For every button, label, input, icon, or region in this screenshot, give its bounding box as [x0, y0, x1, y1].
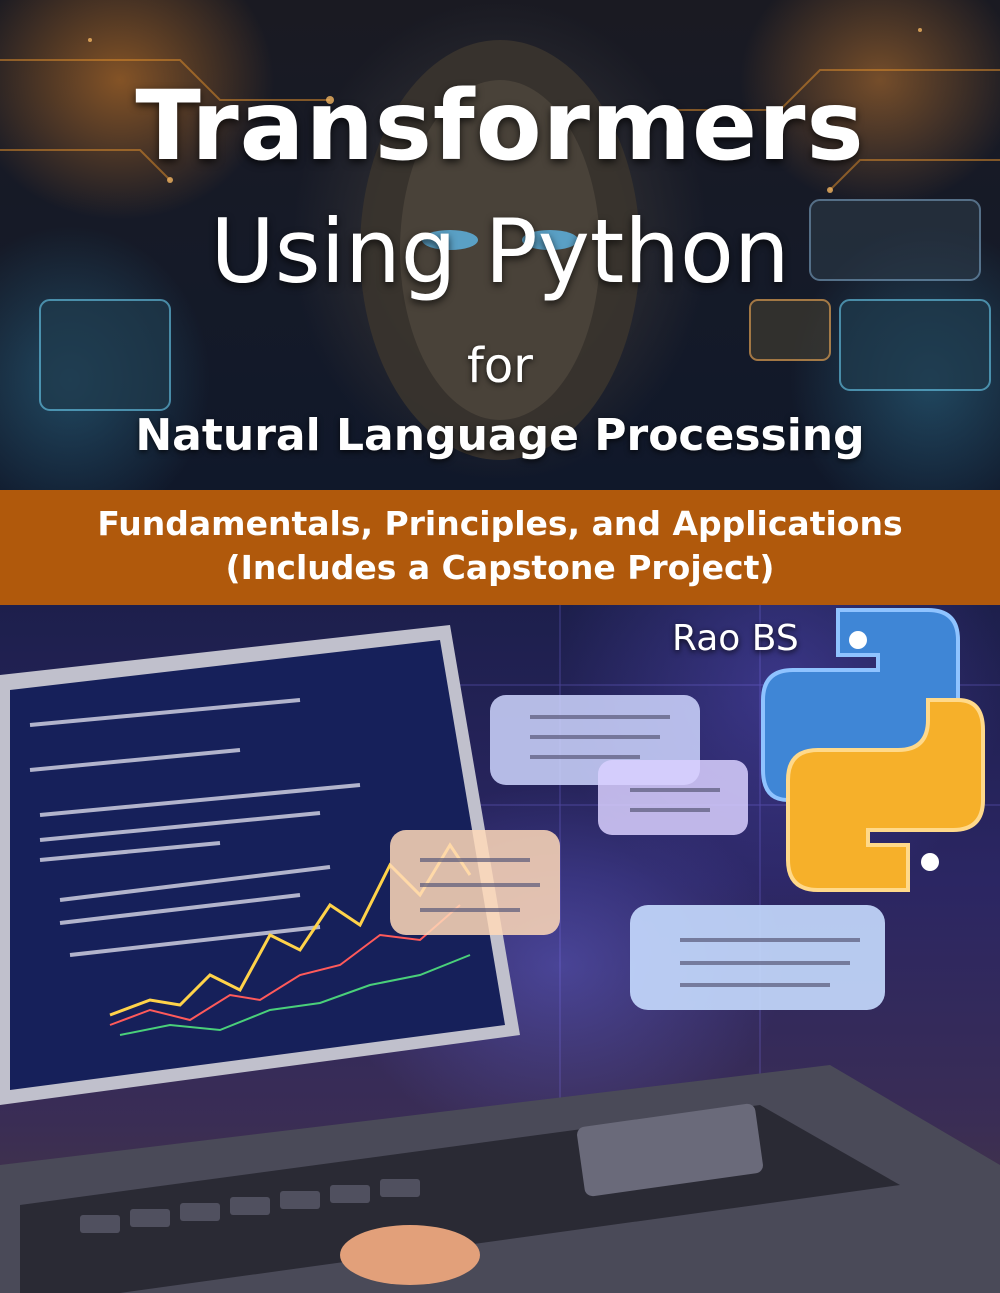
book-cover: Transformers Using Python for Natural La…	[0, 0, 1000, 1293]
book-title-line2: Using Python	[210, 200, 790, 303]
book-title: Transformers	[135, 70, 865, 182]
book-title-line3: Natural Language Processing	[135, 410, 865, 461]
subtitle-line1: Fundamentals, Principles, and Applicatio…	[97, 504, 903, 543]
author-name: Rao BS	[672, 618, 799, 659]
subtitle-band: Fundamentals, Principles, and Applicatio…	[0, 490, 1000, 605]
subtitle-line2: (Includes a Capstone Project)	[225, 548, 775, 587]
book-title-connector: for	[467, 338, 533, 394]
